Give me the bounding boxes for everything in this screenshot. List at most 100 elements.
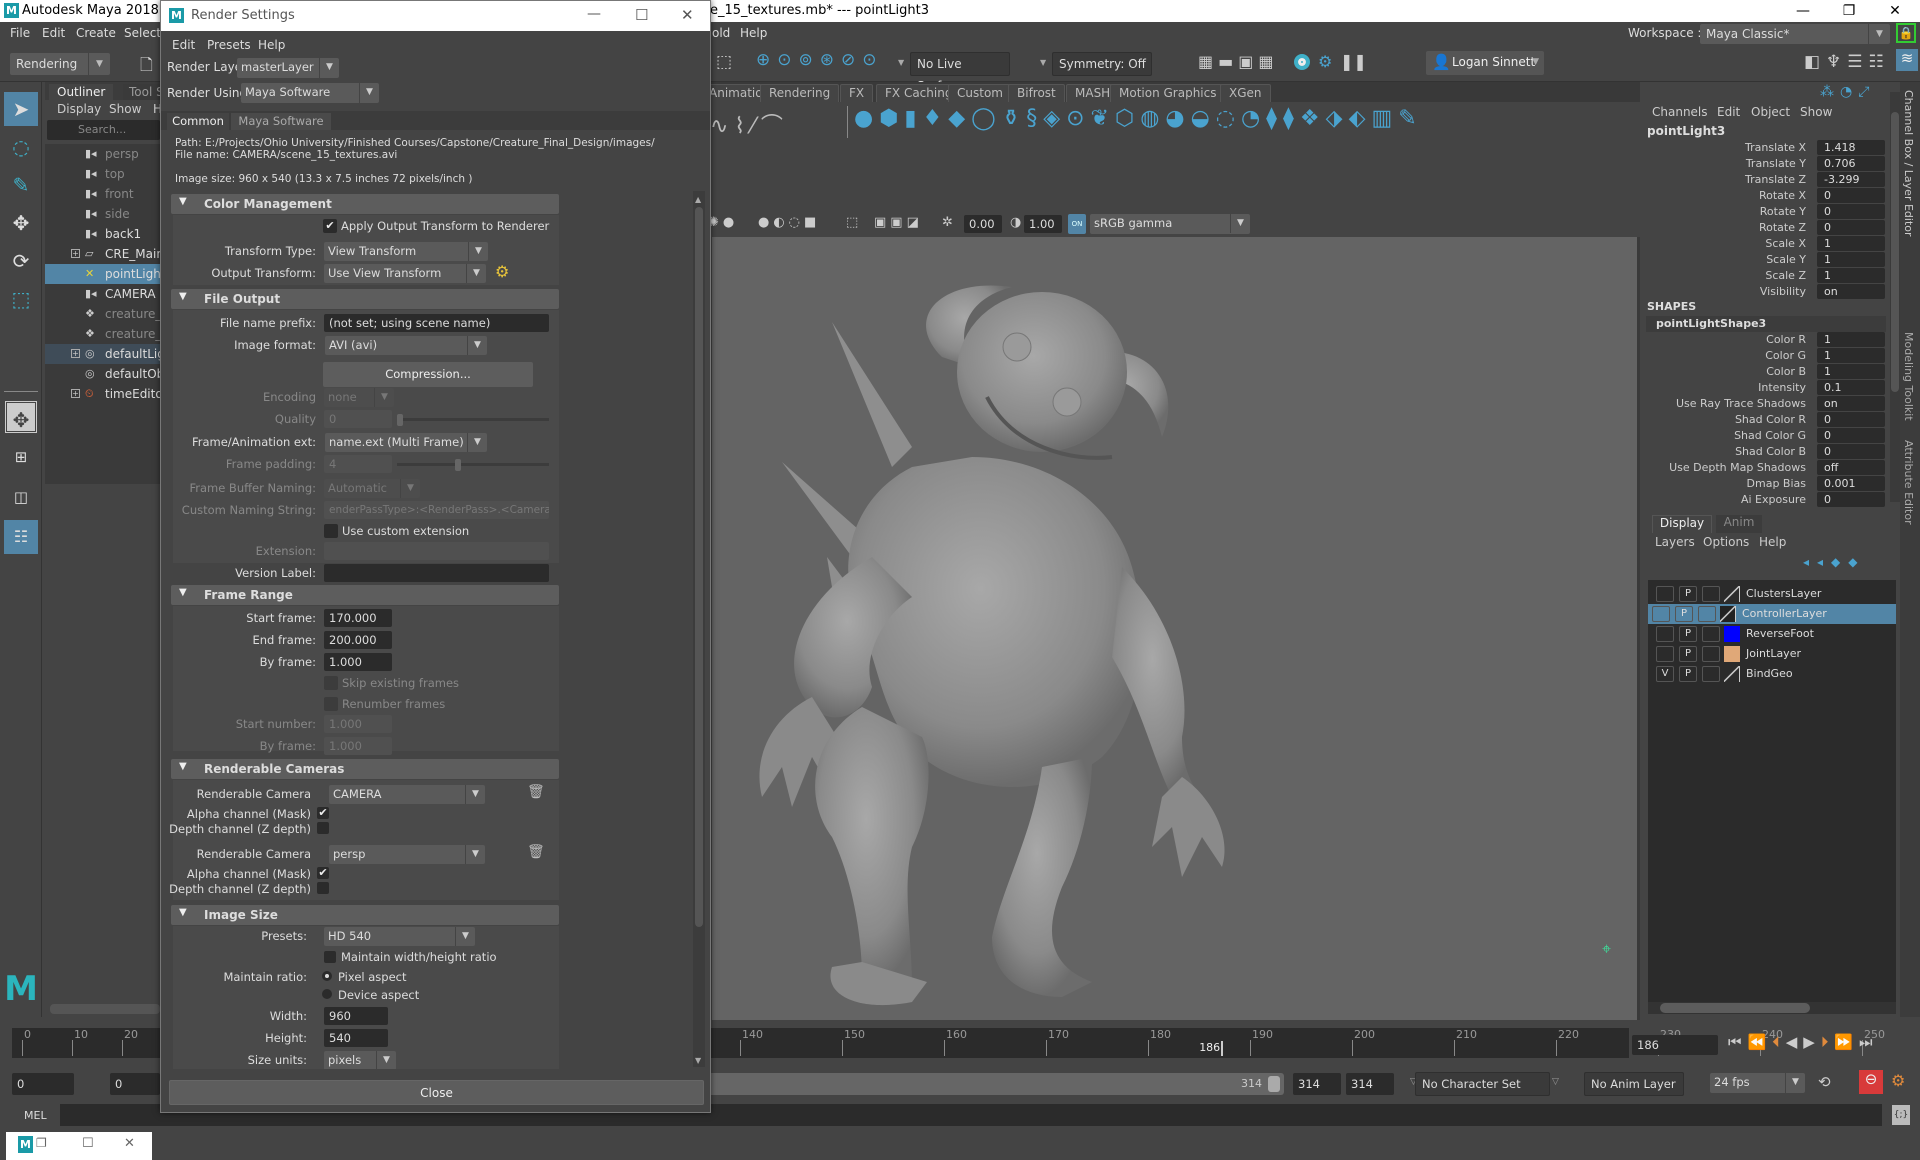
layer-row[interactable]: P ClustersLayer [1652,584,1892,604]
channel-name[interactable]: Translate Y [1746,157,1806,170]
two-pane-layout-icon[interactable]: ◫ [4,480,38,514]
rotate-tool-icon[interactable]: ⟳ [4,244,38,278]
render-settings-title-bar[interactable]: M Render Settings — ☐ ✕ [161,1,710,31]
minimize-button[interactable]: — [1780,0,1826,22]
select-tool-icon[interactable]: ➤ [4,92,38,126]
outliner-item[interactable]: ▮◂ back1 [45,224,160,244]
outliner-item[interactable]: ◎ defaultObj [45,364,168,384]
symmetry-field[interactable]: Symmetry: Off [1052,52,1152,76]
channel-value[interactable]: 0.706 [1817,156,1885,171]
channel-name[interactable]: Rotate Y [1760,205,1806,218]
layer-name[interactable]: ReverseFoot [1746,627,1814,640]
four-pane-layout-icon[interactable]: ⊞ [4,440,38,474]
lasso-tool-icon[interactable]: ◌ [4,130,38,164]
layer-visibility-toggle[interactable] [1656,626,1674,642]
menu-file[interactable]: File [10,26,30,40]
frame-buffer-naming-dropdown[interactable]: Automatic ▼ [324,479,420,498]
character-set-field[interactable]: No Character Set [1415,1072,1550,1096]
channel-value[interactable]: on [1817,284,1885,299]
channel-row[interactable]: Rotate X 0 [1640,188,1890,204]
channel-value[interactable]: 0 [1817,188,1885,203]
anim-prefs-icon[interactable]: ⚙ [1891,1071,1905,1090]
snap-icons[interactable]: ⊕⊙⊚⊛⊘⊙ [756,50,883,70]
step-forward-icon[interactable]: ⏩ [1834,1033,1859,1051]
channel-name[interactable]: Dmap Bias [1747,477,1806,490]
go-to-end-icon[interactable]: ⏭ [1859,1033,1879,1051]
tab-anim-layers[interactable]: Anim [1716,515,1762,533]
rs-maximize-button[interactable]: ☐ [635,6,648,24]
layer-display-type-toggle[interactable] [1702,666,1720,682]
go-to-start-icon[interactable]: ⏮ [1728,1033,1748,1051]
render-icons[interactable]: ▦▬▣▦ [1198,52,1278,71]
xray-icons[interactable]: ▣▣◪ [874,215,923,230]
channel-name[interactable]: Rotate X [1759,189,1806,202]
channel-value[interactable]: 0.001 [1817,476,1885,491]
menu-create[interactable]: Create [76,26,116,40]
section-frame-range[interactable]: ▼ Frame Range [171,585,559,605]
quality-input[interactable]: 0 [324,410,392,428]
render-layer-dropdown[interactable]: masterLayer ▼ [237,58,339,78]
color-management-toggle[interactable]: ON [1068,214,1086,234]
layer-menu-layers[interactable]: Layers [1655,535,1695,549]
channel-name[interactable]: Visibility [1760,285,1806,298]
channel-row[interactable]: Dmap Bias 0.001 [1640,476,1890,492]
layer-name[interactable]: JointLayer [1746,647,1801,660]
play-backward-icon[interactable]: ◀ [1786,1033,1804,1051]
cb-menu-object[interactable]: Object [1751,105,1790,119]
alpha-channel-checkbox[interactable]: ✔ [317,807,329,819]
version-label-input[interactable] [324,564,549,582]
channel-name[interactable]: Color R [1766,333,1806,346]
menu-edit[interactable]: Edit [42,26,65,40]
channel-value[interactable]: 0 [1817,428,1885,443]
shelf-tab[interactable]: FX [840,84,874,102]
cb-scrollbar[interactable] [1890,92,1900,502]
channel-value[interactable]: 1.418 [1817,140,1885,155]
channel-name[interactable]: Ai Exposure [1741,493,1806,506]
file-prefix-input[interactable]: (not set; using scene name) [324,314,549,332]
shelf-tab[interactable]: XGen [1220,84,1271,102]
channel-box-toggle-icons[interactable]: ⁂◔⤢ [1820,84,1875,100]
tab-attribute-editor[interactable]: Attribute Editor [1902,440,1915,525]
scale-tool-icon[interactable]: ⬚ [4,282,38,316]
close-icon[interactable]: ✕ [124,1136,135,1151]
alpha-channel-checkbox[interactable]: ✔ [317,867,329,879]
command-mode-label[interactable]: MEL [24,1109,47,1122]
expand-icon[interactable]: + [71,249,80,258]
channel-value[interactable]: 0 [1817,412,1885,427]
section-image-size[interactable]: ▼ Image Size [171,905,559,925]
channel-value[interactable]: -3.299 [1817,172,1885,187]
channel-name[interactable]: Color G [1765,349,1806,362]
current-frame-field[interactable]: 186 [1632,1035,1718,1055]
shelf-tab[interactable]: Rendering [760,84,840,102]
layer-display-type-toggle[interactable] [1702,646,1720,662]
frame-padding-slider-handle[interactable] [455,459,461,471]
channel-name[interactable]: Shad Color B [1735,445,1806,458]
custom-naming-input[interactable]: enderPassType>:<RenderPass>.<Camera> [324,501,549,519]
layer-row[interactable]: P JointLayer [1652,644,1892,664]
channel-value[interactable]: 0 [1817,220,1885,235]
rs-scrollbar-thumb[interactable] [695,207,703,927]
restore-icon[interactable]: ❐ [36,1136,47,1150]
layer-visibility-toggle[interactable]: V [1656,666,1674,682]
rs-close-dialog-button[interactable]: Close [169,1080,704,1105]
animation-start-field[interactable]: 0 [12,1073,74,1095]
step-back-icon[interactable]: ⏪ [1748,1033,1773,1051]
cb-menu-show[interactable]: Show [1800,105,1832,119]
layer-color-swatch[interactable] [1724,586,1740,602]
channel-row[interactable]: Intensity 0.1 [1640,380,1890,396]
channel-name[interactable]: Shad Color R [1735,413,1806,426]
lock-icon[interactable]: 🔒 [1896,23,1916,43]
layer-display-type-toggle[interactable] [1702,586,1720,602]
outliner-item[interactable]: ▮◂ front [45,184,160,204]
layer-playback-toggle[interactable]: P [1679,646,1697,662]
scroll-down-icon[interactable]: ▼ [695,1056,701,1065]
channel-name[interactable]: Shad Color G [1734,429,1806,442]
trash-icon[interactable]: 🗑 [527,784,545,800]
channel-name[interactable]: Rotate Z [1759,221,1806,234]
view-cube-compass-icon[interactable]: ⌖ [1602,939,1611,959]
depth-channel-checkbox[interactable] [317,882,329,894]
outliner-item[interactable]: ▮◂ CAMERA [45,284,160,304]
script-editor-icon[interactable]: {;} [1892,1105,1910,1125]
layer-name[interactable]: ClustersLayer [1746,587,1821,600]
section-file-output[interactable]: ▼ File Output [171,289,559,309]
